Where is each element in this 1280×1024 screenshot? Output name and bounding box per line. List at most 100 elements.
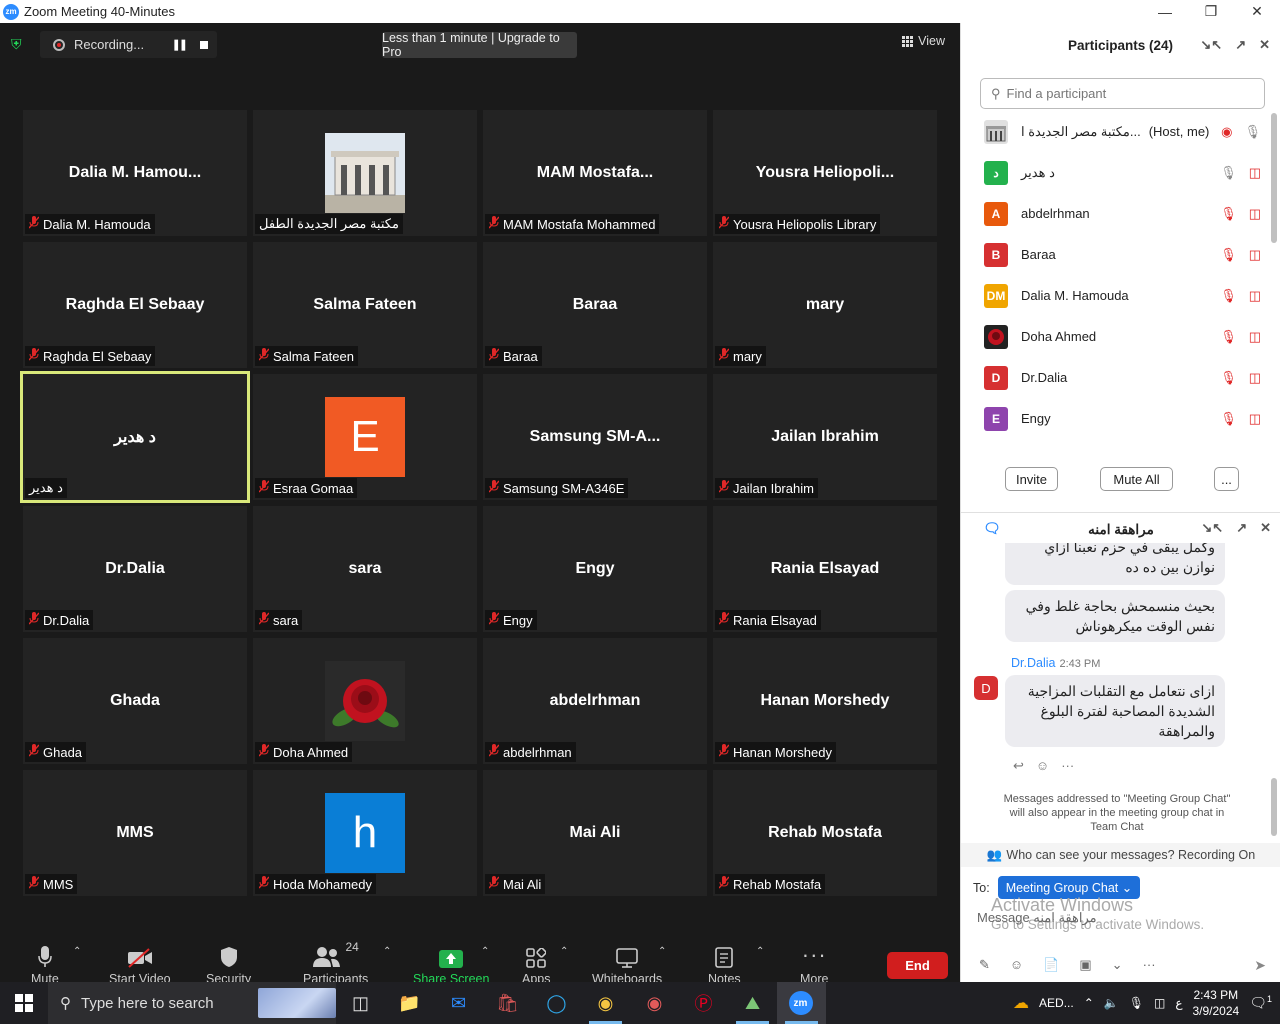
clock[interactable]: 2:43 PM 3/9/2024 [1192,987,1239,1019]
close-icon[interactable]: ✕ [1234,0,1280,23]
pop-out-icon[interactable]: ↗ [1235,37,1246,53]
participant-row[interactable]: E Engy 🎙 ◫ [961,398,1280,439]
video-off-icon[interactable]: ◫ [1249,206,1261,222]
screenshot-caret-icon[interactable]: ⌄ [1112,957,1123,973]
video-off-icon[interactable]: ◫ [1249,411,1261,427]
video-tile[interactable]: Jailan Ibrahim Jailan Ibrahim [713,374,937,500]
file-explorer-icon[interactable]: 📁 [385,982,434,1024]
video-off-icon[interactable]: ◫ [1249,165,1261,181]
view-button[interactable]: View [902,34,945,48]
meeting-timer-banner[interactable]: Less than 1 minute | Upgrade to Pro [382,31,577,59]
whiteboards-caret-icon[interactable]: ⌃ [658,946,666,957]
mic-muted-icon[interactable]: 🎙 [1220,329,1237,345]
who-can-see-banner[interactable]: 👥 Who can see your messages? Recording O… [961,843,1280,867]
mic-tray-icon[interactable]: 🎙 [1129,996,1144,1010]
share-caret-icon[interactable]: ⌃ [481,946,489,957]
apps-caret-icon[interactable]: ⌃ [560,946,568,957]
task-view-icon[interactable]: ◫ [336,982,385,1024]
video-tile[interactable]: MAM Mostafa... MAM Mostafa Mohammed [483,110,707,236]
video-tile[interactable]: Salma Fateen Salma Fateen [253,242,477,368]
participants-button[interactable]: 24 Participants ⌃ [303,940,391,986]
chat-message-input[interactable]: Message مراهقة امنه [977,910,1097,926]
video-tile[interactable]: Samsung SM-A... Samsung SM-A346E [483,374,707,500]
participant-row[interactable]: مكتبة مصر الجديدة ا... (Host, me) ◉ 🎙 [961,111,1280,152]
video-tile[interactable]: abdelrhman abdelrhman [483,638,707,764]
video-tile[interactable]: Yousra Heliopoli... Yousra Heliopolis Lib… [713,110,937,236]
message-more-icon[interactable]: ··· [1061,758,1074,774]
chat-pop-out-icon[interactable]: ↗ [1236,520,1247,536]
emoji-reaction-icon[interactable]: ☺ [1036,758,1049,774]
video-tile[interactable]: E Esraa Gomaa [253,374,477,500]
close-panel-icon[interactable]: ✕ [1259,37,1270,53]
taskbar-search-box[interactable]: ⚲ Type here to search [48,982,336,1024]
video-tile[interactable]: Raghda El Sebaay Raghda El Sebaay [23,242,247,368]
zoom-taskbar-icon[interactable]: zm [777,982,826,1024]
video-off-icon[interactable]: ◫ [1249,288,1261,304]
apps-button[interactable]: Apps ⌃ [522,940,568,986]
format-icon[interactable]: ✎ [979,957,990,973]
video-tile[interactable]: Hanan Morshedy Hanan Morshedy [713,638,937,764]
mute-caret-icon[interactable]: ⌃ [73,946,81,957]
screenshot-icon[interactable]: ▣ [1079,957,1091,973]
participants-more-button[interactable]: ... [1214,467,1239,491]
video-tile[interactable]: Baraa Baraa [483,242,707,368]
chrome-profile-icon[interactable]: ◉ [630,982,679,1024]
security-button[interactable]: Security [206,940,251,986]
start-button[interactable] [0,982,48,1024]
mail-icon[interactable]: ✉ [434,982,483,1024]
minimize-icon[interactable]: — [1142,0,1188,23]
mic-on-icon[interactable]: 🎙 [1220,165,1237,181]
more-button[interactable]: ··· More [800,940,828,986]
chat-collapse-icon[interactable]: ↘↖ [1201,520,1223,536]
mic-muted-icon[interactable]: 🎙 [1220,206,1237,222]
tray-overflow-icon[interactable]: ⌃ [1084,996,1094,1010]
language-indicator[interactable]: AED... [1039,996,1074,1010]
ime-indicator[interactable]: ع [1175,996,1182,1010]
participants-caret-icon[interactable]: ⌃ [383,946,391,957]
mute-button[interactable]: Mute ⌃ [31,940,81,986]
participant-search-input[interactable]: ⚲ Find a participant [980,78,1265,109]
participant-row[interactable]: D Dr.Dalia 🎙 ◫ [961,357,1280,398]
reply-icon[interactable]: ↩ [1013,758,1024,774]
video-off-icon[interactable]: ◫ [1249,370,1261,386]
video-tile[interactable]: Ghada Ghada [23,638,247,764]
participant-list-scrollbar[interactable] [1271,113,1277,243]
start-video-button[interactable]: Start Video [109,940,171,986]
send-icon[interactable]: ➤ [1254,957,1266,974]
video-off-icon[interactable]: ◫ [1249,329,1261,345]
pinterest-icon[interactable]: Ⓟ [679,982,728,1024]
restore-icon[interactable]: ❐ [1188,0,1234,23]
video-off-icon[interactable]: ◫ [1249,247,1261,263]
video-tile[interactable]: MMS MMS [23,770,247,896]
video-tile[interactable]: Rehab Mostafa Rehab Mostafa [713,770,937,896]
participant-row[interactable]: B Baraa 🎙 ◫ [961,234,1280,275]
encryption-shield-icon[interactable]: ⛨ [11,36,27,52]
participant-row[interactable]: DM Dalia M. Hamouda 🎙 ◫ [961,275,1280,316]
weather-icon[interactable]: ☁ [1013,993,1029,1013]
video-tile[interactable]: mary mary [713,242,937,368]
video-tile[interactable]: Engy Engy [483,506,707,632]
video-tile[interactable]: مكتبة مصر الجديدة الطفل [253,110,477,236]
sender-name[interactable]: Dr.Dalia [1011,656,1055,670]
video-tile[interactable]: Doha Ahmed [253,638,477,764]
participant-row[interactable]: Aabdelrhman 🎙 ◫ [961,193,1280,234]
chat-more-icon[interactable]: ··· [1143,957,1156,973]
store-icon[interactable]: 🛍 [483,982,532,1024]
volume-icon[interactable]: 🔈 [1104,996,1119,1010]
share-screen-button[interactable]: Share Screen ⌃ [413,940,489,986]
notes-button[interactable]: Notes ⌃ [708,940,764,986]
video-tile[interactable]: Mai Ali Mai Ali [483,770,707,896]
invite-button[interactable]: Invite [1005,467,1058,491]
edge-icon[interactable]: ◯ [532,982,581,1024]
end-meeting-button[interactable]: End [887,952,948,979]
chat-close-icon[interactable]: ✕ [1260,520,1271,536]
chat-scrollbar[interactable] [1271,778,1277,836]
notifications-icon[interactable]: 🗨1 [1249,994,1272,1012]
chrome-icon[interactable]: ◉ [581,982,630,1024]
whiteboards-button[interactable]: Whiteboards ⌃ [592,940,666,986]
video-tile[interactable]: sara sara [253,506,477,632]
mic-muted-icon[interactable]: 🎙 [1220,247,1237,263]
participant-row[interactable]: دد هدير 🎙 ◫ [961,152,1280,193]
mic-on-icon[interactable]: 🎙 [1244,124,1261,140]
collapse-icon[interactable]: ↘↖ [1200,37,1222,53]
